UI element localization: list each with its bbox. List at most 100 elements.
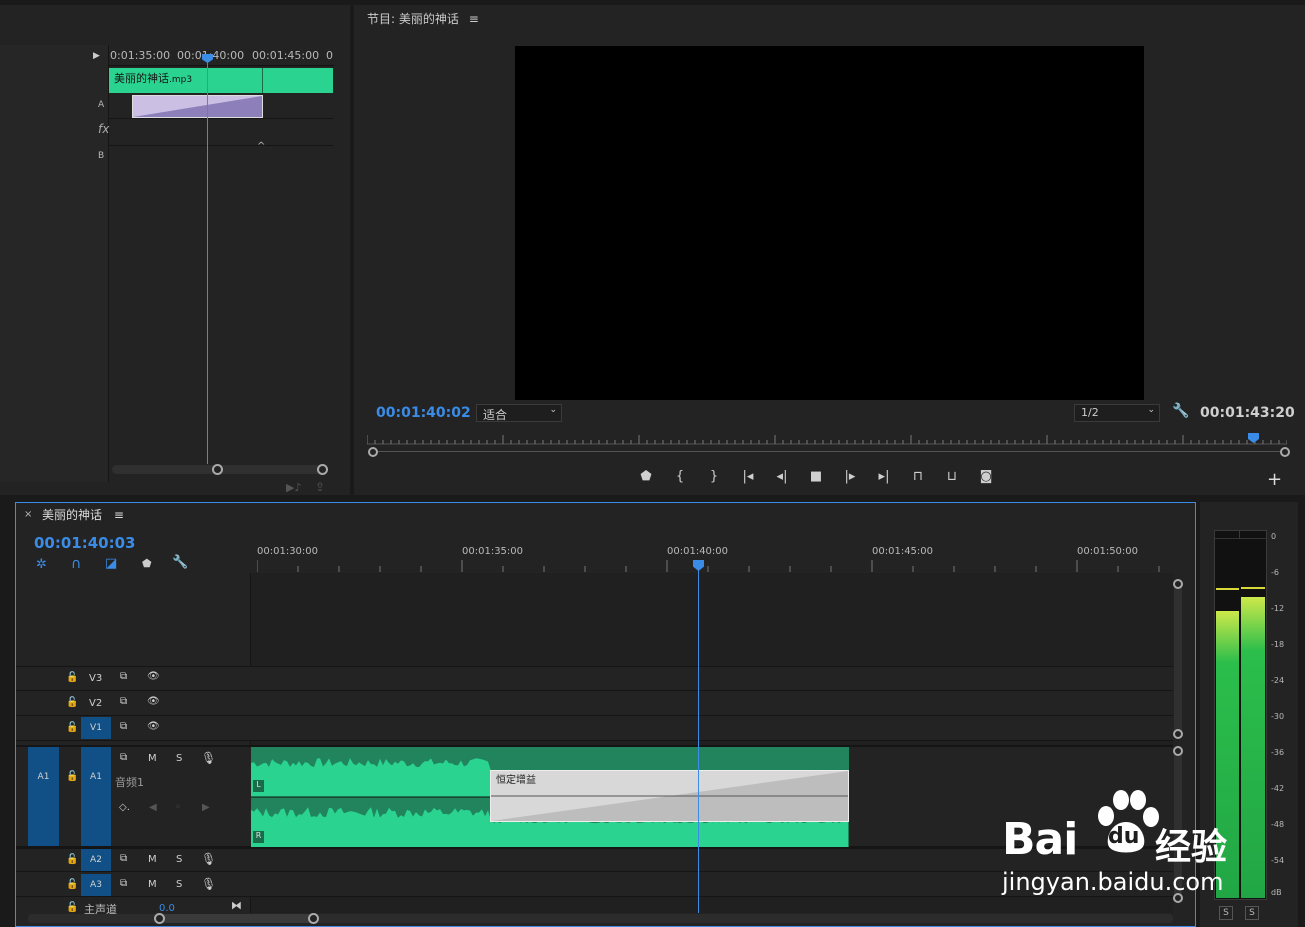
mark-out-icon[interactable]: } [703, 467, 725, 487]
go-to-out-icon[interactable]: ▸| [873, 467, 895, 487]
source-patch-a1[interactable]: A1 [28, 747, 59, 846]
menu-icon[interactable]: ≡ [114, 508, 124, 522]
monitor-scrub-track[interactable] [368, 451, 1290, 452]
scroll-handle-left[interactable] [154, 913, 165, 924]
peak-hold-right [1241, 587, 1265, 589]
solo-button[interactable]: S [176, 753, 182, 764]
peak-hold-left [1216, 588, 1239, 590]
chevron-up-icon[interactable]: ^ [257, 141, 265, 152]
fit-dropdown[interactable]: 适合 ⌄ [476, 404, 562, 422]
scrub-handle-left[interactable] [368, 447, 378, 457]
wrench-icon[interactable]: 🔧 [172, 555, 188, 570]
toggle-sync-icon[interactable]: ⧉ [120, 853, 127, 864]
scrub-handle-right[interactable] [1280, 447, 1290, 457]
video-vertical-scrollbar[interactable] [1174, 581, 1182, 733]
step-back-icon[interactable]: ◂| [771, 467, 793, 487]
mute-button[interactable]: M [148, 854, 157, 865]
transition-block[interactable] [132, 95, 263, 118]
close-icon[interactable]: × [24, 509, 32, 520]
toggle-sync-icon[interactable]: ⧉ [120, 671, 127, 682]
export-icon[interactable]: ⇪ [315, 480, 325, 494]
track-label-a1[interactable]: A1 [81, 747, 111, 846]
timeline-panel: × 美丽的神话 ≡ 00:01:40:03 ✲ ∩ ◪ ⬟ 🔧 00:01:30… [15, 502, 1196, 927]
lock-icon[interactable]: 🔓 [66, 902, 78, 913]
keyframe-icon[interactable]: ◇. [119, 802, 130, 813]
ruler-label: 00:01:40:00 [667, 546, 729, 557]
mute-button[interactable]: M [148, 753, 157, 764]
track-label-v3[interactable]: V3 [89, 673, 102, 684]
play-triangle-icon[interactable]: ▶ [93, 51, 100, 61]
eye-icon[interactable]: 👁 [147, 696, 160, 707]
toggle-sync-icon[interactable]: ⧉ [120, 721, 127, 732]
add-button-icon[interactable]: + [1267, 469, 1282, 490]
toggle-sync-icon[interactable]: ⧉ [120, 752, 127, 763]
toggle-sync-icon[interactable]: ⧉ [120, 878, 127, 889]
lock-icon[interactable]: 🔓 [66, 879, 78, 890]
nest-icon[interactable]: ✲ [36, 557, 47, 572]
transition-constant-gain[interactable]: 恒定增益 [490, 770, 849, 822]
track-label-v1[interactable]: V1 [81, 717, 111, 739]
solo-button[interactable]: S [176, 879, 182, 890]
linked-selection-icon[interactable]: ◪ [105, 556, 117, 571]
effect-controls-ruler[interactable]: 0:01:35:00 00:01:40:00 00:01:45:00 0 [109, 46, 334, 66]
play-audio-icon[interactable]: ▶♪ [286, 481, 301, 494]
zoom-scrollbar[interactable] [112, 464, 328, 475]
camera-icon[interactable]: ◙ [975, 467, 997, 487]
monitor-current-time[interactable]: 00:01:40:02 [376, 405, 471, 421]
lock-icon[interactable]: 🔓 [66, 771, 78, 782]
wrench-icon[interactable]: 🔧 [1172, 403, 1189, 419]
scroll-handle-left[interactable] [212, 464, 223, 475]
effect-controls-panel: ▶ 0:01:35:00 00:01:40:00 00:01:45:00 0 美… [0, 5, 350, 495]
add-keyframe-icon[interactable]: ◦ [175, 802, 181, 813]
scroll-handle[interactable] [1173, 579, 1183, 589]
track-label-v2[interactable]: V2 [89, 698, 102, 709]
lock-icon[interactable]: 🔓 [66, 722, 78, 733]
go-to-in-icon[interactable]: |◂ [737, 467, 759, 487]
eye-icon[interactable]: 👁 [147, 671, 160, 682]
timeline-ruler-ticks [257, 560, 1160, 572]
next-keyframe-icon[interactable]: ▶ [202, 802, 210, 813]
scroll-handle[interactable] [1173, 746, 1183, 756]
scroll-handle[interactable] [1173, 893, 1183, 903]
step-forward-icon[interactable]: |▸ [839, 467, 861, 487]
monitor-title[interactable]: 节目: 美丽的神话 ≡ [367, 10, 479, 27]
mute-button[interactable]: M [148, 879, 157, 890]
scroll-thumb[interactable] [158, 914, 318, 923]
timeline-current-time[interactable]: 00:01:40:03 [34, 534, 136, 552]
scroll-handle[interactable] [1173, 729, 1183, 739]
clip-bar[interactable]: 美丽的神话.mp3 [109, 68, 333, 93]
mark-in-icon[interactable]: { [669, 467, 691, 487]
monitor-ruler[interactable] [367, 433, 1287, 445]
solo-left-button[interactable]: S [1219, 906, 1233, 920]
lock-icon[interactable]: 🔓 [66, 854, 78, 865]
track-label-a3[interactable]: A3 [81, 874, 111, 896]
menu-icon[interactable]: ≡ [469, 12, 479, 26]
lock-icon[interactable]: 🔓 [66, 697, 78, 708]
toggle-sync-icon[interactable]: ⧉ [120, 696, 127, 707]
lift-icon[interactable]: ⊓ [907, 467, 929, 487]
add-marker-icon[interactable]: ⬟ [635, 467, 657, 487]
microphone-icon[interactable]: 🎙 [201, 852, 216, 866]
timeline-horizontal-scrollbar[interactable] [28, 913, 1173, 924]
meter-bar-right [1241, 597, 1265, 898]
prev-keyframe-icon[interactable]: ◀ [149, 802, 157, 813]
solo-right-button[interactable]: S [1245, 906, 1259, 920]
audio-vertical-scrollbar[interactable] [1174, 749, 1182, 899]
scroll-handle-right[interactable] [308, 913, 319, 924]
track-label-a2[interactable]: A2 [81, 849, 111, 871]
resolution-value: 1/2 [1081, 406, 1099, 419]
stop-icon[interactable]: ■ [805, 467, 827, 487]
solo-button[interactable]: S [176, 854, 182, 865]
microphone-icon[interactable]: 🎙 [201, 751, 216, 765]
sequence-tab[interactable]: 美丽的神话 ≡ [42, 506, 124, 523]
add-marker-icon[interactable]: ⬟ [142, 557, 152, 570]
snap-magnet-icon[interactable]: ∩ [71, 556, 81, 572]
resolution-dropdown[interactable]: 1/2 ⌄ [1074, 404, 1160, 422]
scale-label: dB [1271, 888, 1282, 897]
lock-icon[interactable]: 🔓 [66, 672, 78, 683]
expand-icon[interactable]: ⧓ [231, 899, 242, 912]
extract-icon[interactable]: ⊔ [941, 467, 963, 487]
microphone-icon[interactable]: 🎙 [201, 877, 216, 891]
eye-icon[interactable]: 👁 [147, 721, 160, 732]
scroll-handle-right[interactable] [317, 464, 328, 475]
